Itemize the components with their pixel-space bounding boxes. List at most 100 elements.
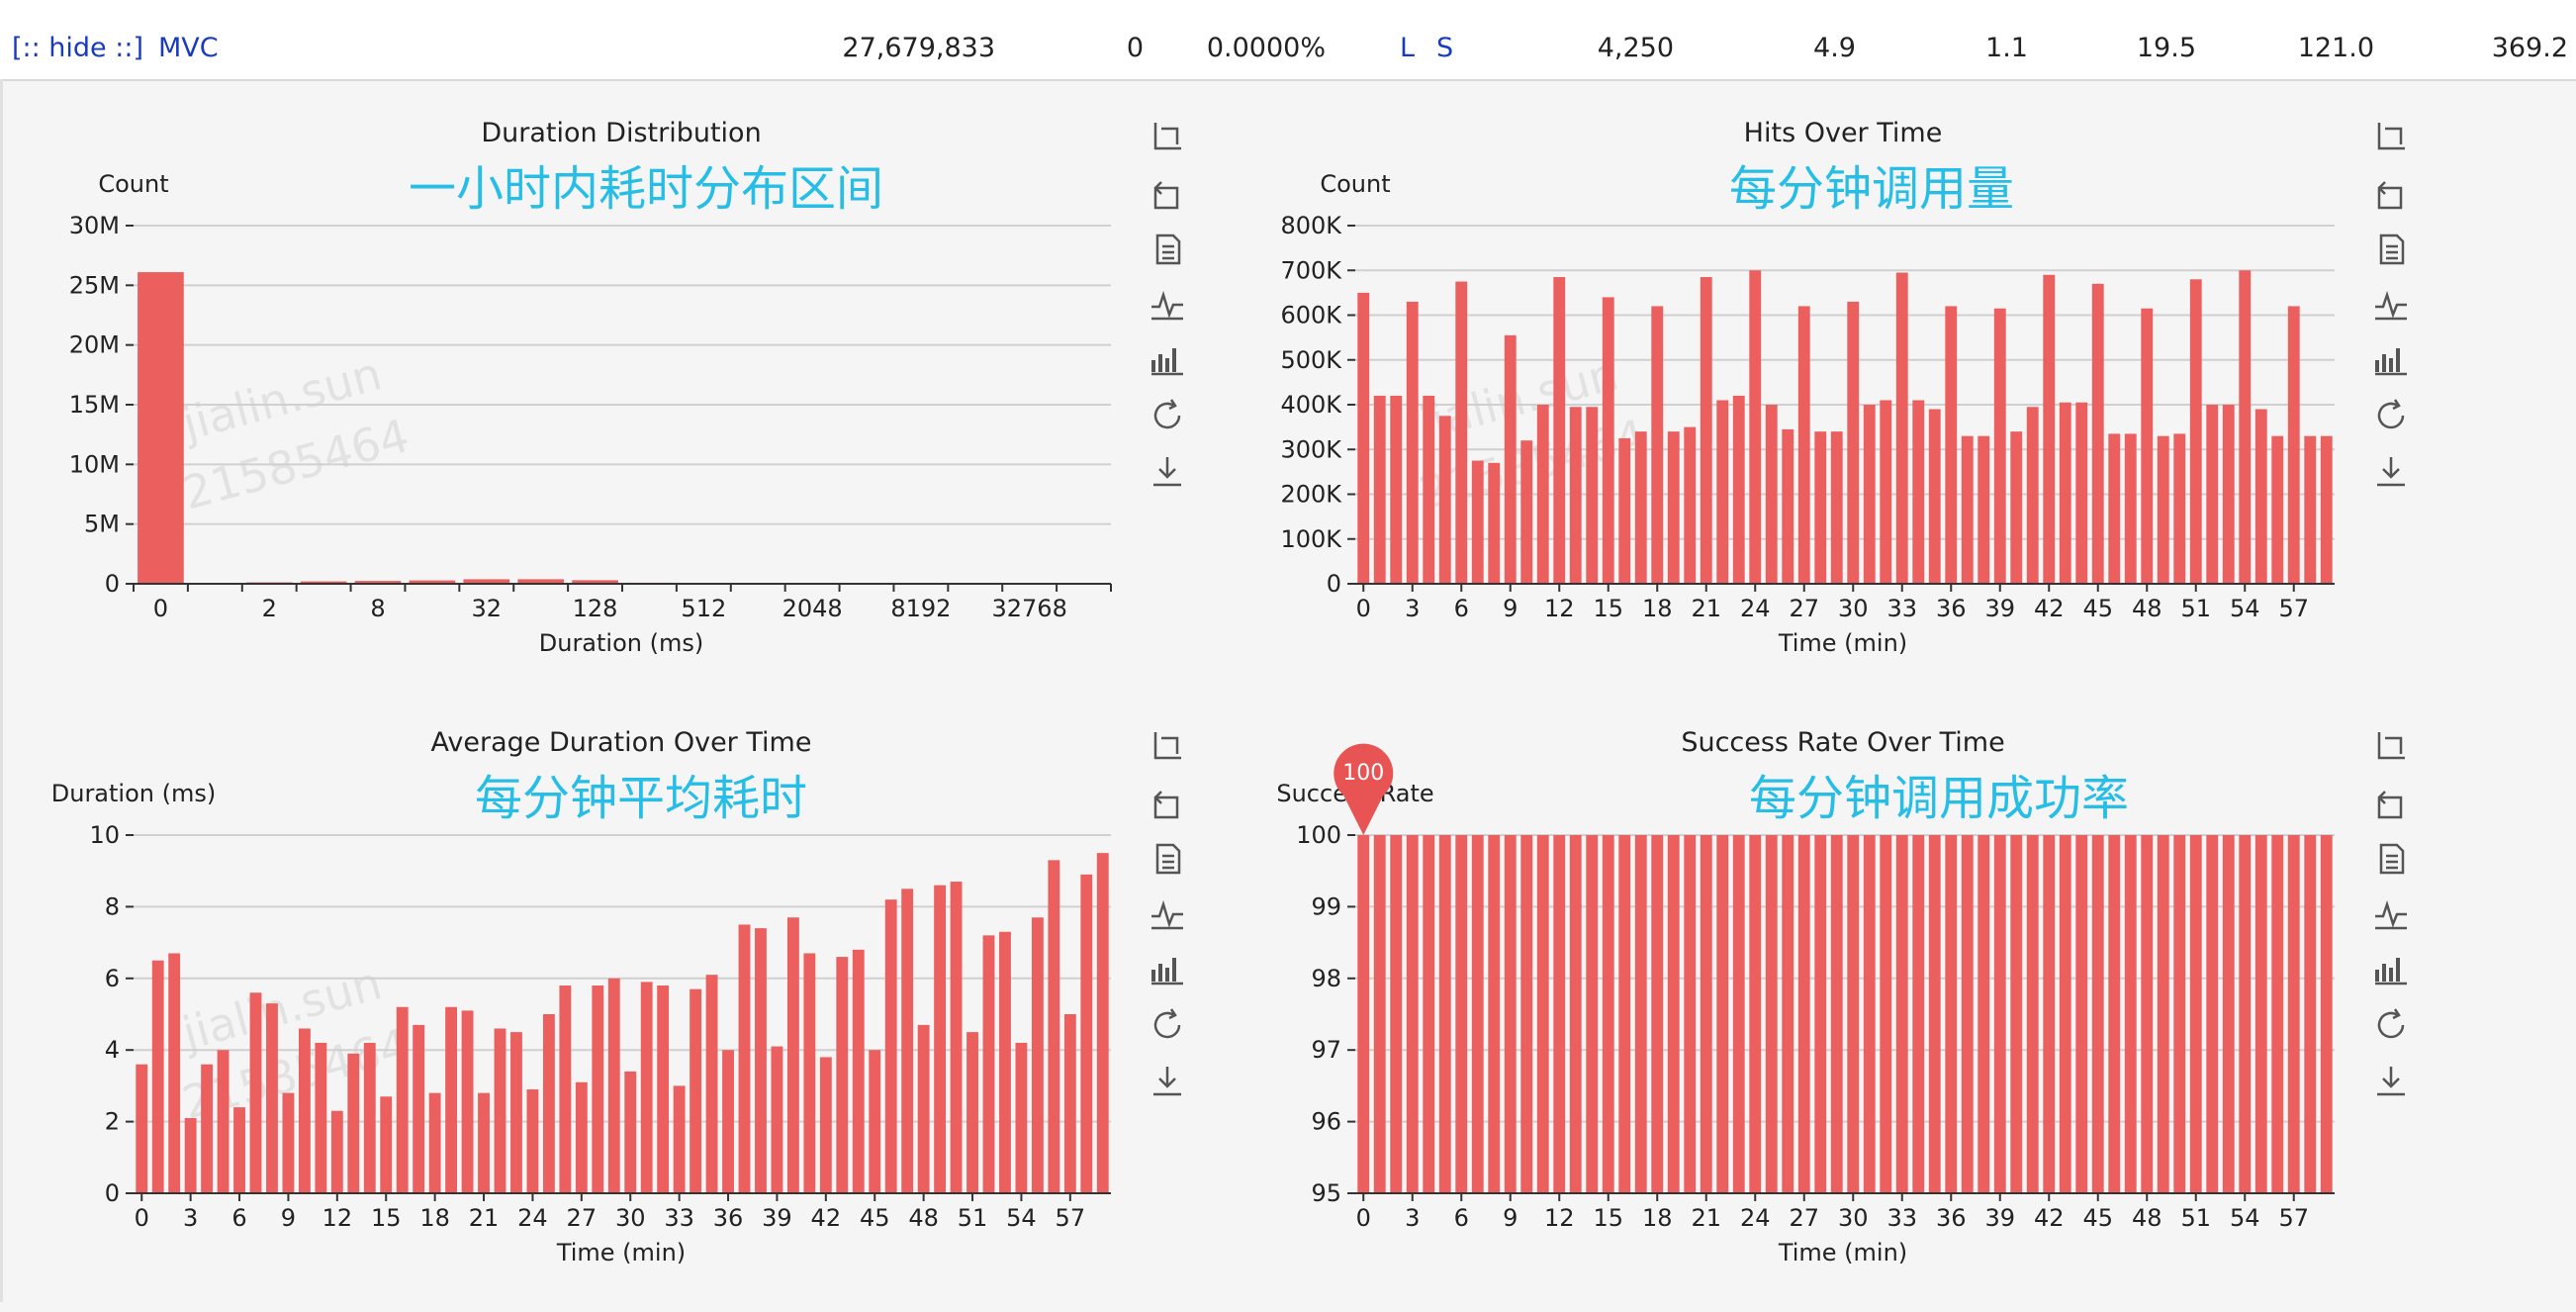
bar[interactable] — [966, 1032, 978, 1193]
bar[interactable] — [1455, 835, 1467, 1193]
bar[interactable] — [364, 1043, 376, 1193]
bar[interactable] — [1537, 405, 1549, 584]
line-chart-button[interactable] — [2371, 894, 2411, 934]
bar[interactable] — [674, 1085, 686, 1193]
bar[interactable] — [1603, 835, 1614, 1193]
bar[interactable] — [1016, 1043, 1028, 1193]
bar[interactable] — [2092, 284, 2104, 584]
bar[interactable] — [1553, 835, 1565, 1193]
bar[interactable] — [1439, 416, 1451, 584]
bar[interactable] — [445, 1007, 457, 1193]
bar[interactable] — [1635, 835, 1647, 1193]
bar[interactable] — [1570, 407, 1582, 584]
bar[interactable] — [1064, 1014, 1076, 1193]
bar[interactable] — [1357, 835, 1369, 1193]
bar[interactable] — [2125, 433, 2137, 584]
bar[interactable] — [706, 975, 718, 1193]
bar[interactable] — [218, 1050, 230, 1193]
bar[interactable] — [657, 985, 669, 1193]
bar[interactable] — [1505, 835, 1517, 1193]
bar[interactable] — [2288, 306, 2300, 584]
bar[interactable] — [1651, 835, 1663, 1193]
value-marker-pin[interactable] — [1334, 744, 1393, 835]
bar[interactable] — [1945, 835, 1957, 1193]
bar[interactable] — [2108, 433, 2120, 584]
restore-button[interactable] — [1148, 1005, 1187, 1045]
restore-button[interactable] — [2371, 396, 2411, 435]
bar[interactable] — [1097, 853, 1109, 1193]
bar[interactable] — [201, 1065, 213, 1193]
bar[interactable] — [576, 1082, 588, 1193]
bar[interactable] — [2304, 436, 2316, 584]
bar-chart-button[interactable] — [2371, 340, 2411, 380]
bar[interactable] — [1586, 407, 1598, 584]
line-chart-button[interactable] — [1148, 285, 1187, 325]
bar[interactable] — [2043, 835, 2055, 1193]
bar[interactable] — [1472, 461, 1484, 584]
bar[interactable] — [1798, 306, 1810, 584]
bar[interactable] — [2108, 835, 2120, 1193]
bar[interactable] — [1553, 277, 1565, 584]
bar[interactable] — [168, 953, 180, 1193]
bar[interactable] — [1374, 835, 1386, 1193]
bar[interactable] — [1994, 835, 2006, 1193]
bar[interactable] — [1962, 835, 1974, 1193]
bar[interactable] — [136, 1065, 147, 1193]
bar[interactable] — [1994, 309, 2006, 584]
bar[interactable] — [1651, 306, 1663, 584]
type-link[interactable]: MVC — [158, 18, 219, 79]
bar[interactable] — [2271, 436, 2283, 584]
bar[interactable] — [1978, 835, 1989, 1193]
bar[interactable] — [2075, 403, 2087, 584]
bar[interactable] — [1880, 400, 1891, 584]
bar[interactable] — [1896, 273, 1908, 584]
bar[interactable] — [2223, 835, 2235, 1193]
bar[interactable] — [1912, 400, 1924, 584]
bar[interactable] — [1749, 835, 1761, 1193]
bar[interactable] — [2010, 431, 2022, 584]
bar[interactable] — [1423, 396, 1434, 584]
bar[interactable] — [1896, 835, 1908, 1193]
bar[interactable] — [559, 985, 571, 1193]
bar[interactable] — [1684, 835, 1696, 1193]
bar[interactable] — [1864, 835, 1876, 1193]
bar[interactable] — [1978, 436, 1989, 584]
bar[interactable] — [2010, 835, 2022, 1193]
bar[interactable] — [803, 953, 815, 1193]
bar[interactable] — [1603, 297, 1614, 584]
bar[interactable] — [495, 1028, 506, 1193]
zoom-button[interactable] — [2371, 119, 2411, 158]
bar[interactable] — [1962, 436, 1974, 584]
restore-button[interactable] — [2371, 1005, 2411, 1045]
line-chart-button[interactable] — [2371, 285, 2411, 325]
bar[interactable] — [951, 882, 963, 1193]
bar[interactable] — [2271, 835, 2283, 1193]
bar[interactable] — [2092, 835, 2104, 1193]
bar[interactable] — [1814, 431, 1826, 584]
bar[interactable] — [1472, 835, 1484, 1193]
bar[interactable] — [820, 1057, 832, 1193]
bar[interactable] — [2075, 835, 2087, 1193]
download-button[interactable] — [1148, 451, 1187, 491]
hide-link[interactable]: [:: hide ::] — [12, 18, 143, 79]
bar[interactable] — [1798, 835, 1810, 1193]
bar[interactable] — [1439, 835, 1451, 1193]
bar[interactable] — [934, 886, 946, 1193]
bar[interactable] — [1423, 835, 1434, 1193]
data-view-button[interactable] — [1148, 839, 1187, 879]
bar-chart-button[interactable] — [1148, 950, 1187, 989]
bar[interactable] — [999, 932, 1011, 1193]
zoom-reset-button[interactable] — [2371, 174, 2411, 214]
bar[interactable] — [1847, 302, 1859, 584]
zoom-reset-button[interactable] — [1148, 784, 1187, 823]
bar[interactable] — [1488, 835, 1500, 1193]
bar[interactable] — [2141, 835, 2153, 1193]
bar[interactable] — [1618, 835, 1630, 1193]
bar[interactable] — [1407, 835, 1419, 1193]
bar[interactable] — [1766, 405, 1778, 584]
bar[interactable] — [543, 1014, 555, 1193]
bar[interactable] — [138, 272, 184, 584]
bar[interactable] — [1032, 917, 1044, 1193]
bar[interactable] — [1080, 875, 1092, 1193]
bar[interactable] — [1407, 302, 1419, 584]
